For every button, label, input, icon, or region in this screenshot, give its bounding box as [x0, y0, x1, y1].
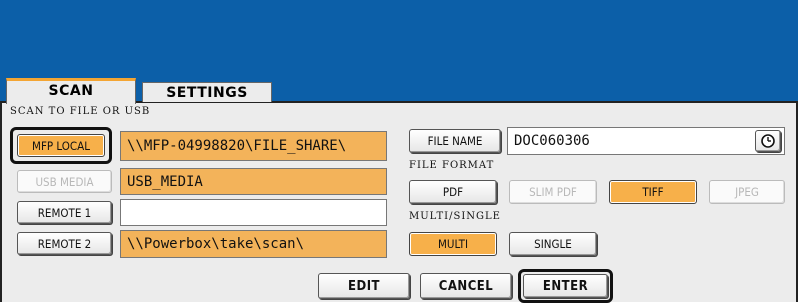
format-slim-pdf-button[interactable]: SLIM PDF [509, 180, 597, 204]
edit-button[interactable]: EDIT [318, 273, 410, 299]
enter-button[interactable]: ENTER [523, 274, 608, 298]
file-name-button[interactable]: FILE NAME [409, 129, 501, 153]
tab-scan[interactable]: SCAN [6, 78, 136, 104]
header-bar [0, 0, 798, 78]
tab-settings[interactable]: SETTINGS [142, 82, 272, 102]
remote-2-path-field: \\Powerbox\take\scan\ [120, 230, 387, 258]
format-tiff-button[interactable]: TIFF [609, 180, 697, 204]
single-button[interactable]: SINGLE [509, 232, 597, 256]
cancel-button[interactable]: CANCEL [420, 273, 512, 299]
mfp-local-button[interactable]: MFP LOCAL [17, 134, 105, 157]
section-label: SCAN TO FILE OR USB [10, 106, 151, 117]
remote-1-button[interactable]: REMOTE 1 [17, 201, 112, 224]
format-jpeg-button[interactable]: JPEG [709, 180, 785, 204]
remote-2-button[interactable]: REMOTE 2 [17, 232, 112, 255]
clock-icon [761, 134, 775, 148]
usb-media-button[interactable]: USB MEDIA [17, 170, 112, 193]
multi-button[interactable]: MULTI [409, 232, 497, 256]
remote-1-path-field [120, 199, 387, 226]
mfp-local-path-field: \\MFP-04998820\FILE_SHARE\ [120, 131, 387, 161]
clock-button[interactable] [755, 130, 781, 152]
multi-single-label: MULTI/SINGLE [409, 211, 501, 222]
usb-media-path-field: USB_MEDIA [120, 168, 387, 195]
file-format-label: FILE FORMAT [409, 160, 495, 171]
format-pdf-button[interactable]: PDF [409, 180, 497, 204]
file-name-field: DOC060306 [507, 127, 785, 155]
